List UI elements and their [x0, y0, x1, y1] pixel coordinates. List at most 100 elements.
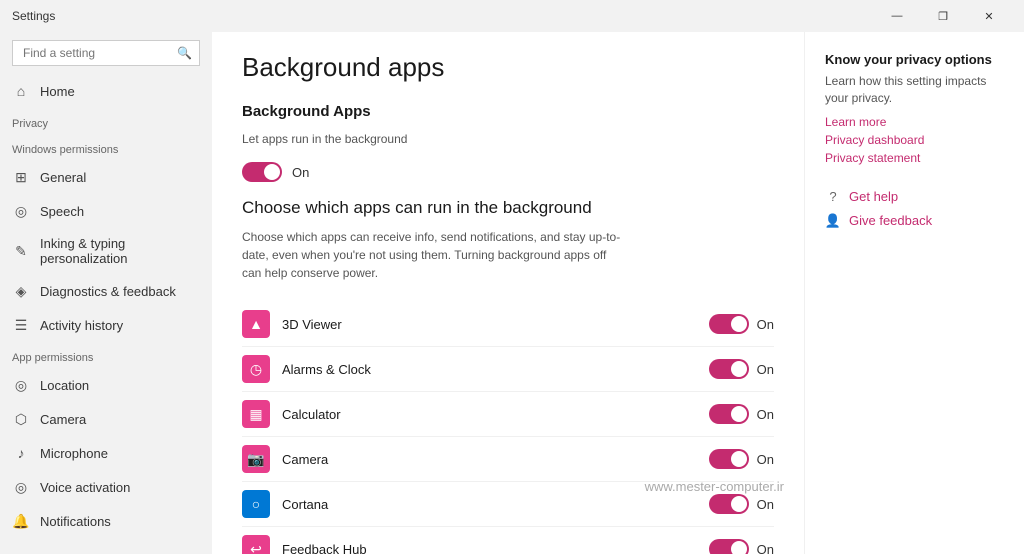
sidebar-item-general[interactable]: ⊞ General: [0, 160, 212, 194]
app-toggle-area: On: [709, 314, 774, 334]
choose-description: Choose which apps can receive info, send…: [242, 228, 622, 282]
location-icon: ◎: [12, 376, 30, 394]
close-button[interactable]: ✕: [966, 0, 1012, 32]
sidebar-item-speech[interactable]: ◎ Speech: [0, 194, 212, 228]
give-feedback-icon: 👤: [825, 213, 841, 229]
choose-title: Choose which apps can run in the backgro…: [242, 198, 774, 218]
sidebar-item-inking[interactable]: ✎ Inking & typing personalization: [0, 228, 212, 274]
notifications-icon: 🔔: [12, 512, 30, 530]
app-name: Cortana: [282, 497, 697, 512]
sidebar-label-notifications: Notifications: [40, 514, 111, 529]
help-section: ? Get help 👤 Give feedback: [825, 189, 1004, 229]
get-help-label: Get help: [849, 189, 898, 204]
sidebar-label-inking: Inking & typing personalization: [40, 236, 200, 266]
app-list: ▲3D ViewerOn◷Alarms & ClockOn▦Calculator…: [242, 302, 774, 554]
app-icon: ▦: [242, 400, 270, 428]
main-layout: 🔍 ⌂ Home Privacy Windows permissions ⊞ G…: [0, 32, 1024, 554]
sidebar-item-activity[interactable]: ☰ Activity history: [0, 308, 212, 342]
privacy-dashboard-link[interactable]: Privacy dashboard: [825, 133, 1004, 147]
sidebar-item-notifications[interactable]: 🔔 Notifications: [0, 504, 212, 538]
search-container: 🔍: [12, 40, 200, 66]
app-icon: ◷: [242, 355, 270, 383]
titlebar-controls: — ❐ ✕: [874, 0, 1012, 32]
section-title: Background Apps: [242, 103, 774, 120]
sidebar-label-location: Location: [40, 378, 89, 393]
app-name: Camera: [282, 452, 697, 467]
main-toggle-row: On: [242, 162, 774, 182]
learn-more-link[interactable]: Learn more: [825, 115, 1004, 129]
voice-icon: ◎: [12, 478, 30, 496]
sidebar-item-diagnostics[interactable]: ◈ Diagnostics & feedback: [0, 274, 212, 308]
search-input[interactable]: [12, 40, 200, 66]
background-toggle-desc: Let apps run in the background: [242, 132, 407, 146]
app-name: Alarms & Clock: [282, 362, 697, 377]
app-row: ↩Feedback HubOn: [242, 527, 774, 554]
windows-permissions-label: Windows permissions: [0, 134, 212, 160]
sidebar-label-diagnostics: Diagnostics & feedback: [40, 284, 176, 299]
get-help-item[interactable]: ? Get help: [825, 189, 1004, 205]
app-toggle-label: On: [757, 542, 774, 554]
sidebar: 🔍 ⌂ Home Privacy Windows permissions ⊞ G…: [0, 32, 212, 554]
sidebar-item-home[interactable]: ⌂ Home: [0, 74, 212, 108]
app-toggle[interactable]: [709, 314, 749, 334]
background-toggle-label: On: [292, 165, 309, 180]
home-icon: ⌂: [12, 82, 30, 100]
app-icon: ▲: [242, 310, 270, 338]
privacy-section-label: Privacy: [0, 108, 212, 134]
titlebar-title: Settings: [12, 9, 55, 23]
minimize-button[interactable]: —: [874, 0, 920, 32]
app-toggle-area: On: [709, 449, 774, 469]
page-title: Background apps: [242, 52, 774, 83]
background-toggle-row: Let apps run in the background: [242, 132, 774, 146]
microphone-icon: ♪: [12, 444, 30, 462]
background-toggle[interactable]: [242, 162, 282, 182]
main-content: Background apps Background Apps Let apps…: [212, 32, 804, 554]
sidebar-item-voice[interactable]: ◎ Voice activation: [0, 470, 212, 504]
general-icon: ⊞: [12, 168, 30, 186]
sidebar-item-location[interactable]: ◎ Location: [0, 368, 212, 402]
app-toggle-label: On: [757, 317, 774, 332]
diagnostics-icon: ◈: [12, 282, 30, 300]
give-feedback-item[interactable]: 👤 Give feedback: [825, 213, 1004, 229]
sidebar-item-microphone[interactable]: ♪ Microphone: [0, 436, 212, 470]
titlebar: Settings — ❐ ✕: [0, 0, 1024, 32]
app-toggle[interactable]: [709, 449, 749, 469]
sidebar-label-home: Home: [40, 84, 75, 99]
get-help-icon: ?: [825, 189, 841, 205]
sidebar-label-general: General: [40, 170, 86, 185]
give-feedback-label: Give feedback: [849, 213, 932, 228]
app-toggle-label: On: [757, 362, 774, 377]
app-toggle-area: On: [709, 404, 774, 424]
app-row: ▦CalculatorOn: [242, 392, 774, 437]
content-wrapper: Background apps Background Apps Let apps…: [212, 32, 1024, 554]
app-toggle[interactable]: [709, 539, 749, 554]
inking-icon: ✎: [12, 242, 30, 260]
app-toggle-label: On: [757, 497, 774, 512]
app-toggle-area: On: [709, 494, 774, 514]
privacy-box-desc: Learn how this setting impacts your priv…: [825, 73, 1004, 107]
sidebar-label-speech: Speech: [40, 204, 84, 219]
app-row: ◷ Alarms & Clock On: [242, 347, 774, 392]
activity-icon: ☰: [12, 316, 30, 334]
app-toggle[interactable]: [709, 359, 749, 379]
sidebar-label-camera: Camera: [40, 412, 86, 427]
app-icon: ↩: [242, 535, 270, 554]
app-name: 3D Viewer: [282, 317, 697, 332]
camera-icon: ⬡: [12, 410, 30, 428]
privacy-statement-link[interactable]: Privacy statement: [825, 151, 1004, 165]
right-panel: Know your privacy options Learn how this…: [804, 32, 1024, 554]
app-permissions-label: App permissions: [0, 342, 212, 368]
speech-icon: ◎: [12, 202, 30, 220]
app-row: 📷CameraOn: [242, 437, 774, 482]
restore-button[interactable]: ❐: [920, 0, 966, 32]
app-toggle[interactable]: [709, 404, 749, 424]
sidebar-label-activity: Activity history: [40, 318, 123, 333]
privacy-box-title: Know your privacy options: [825, 52, 1004, 67]
app-toggle-area: On: [709, 539, 774, 554]
app-toggle-area: On: [709, 359, 774, 379]
sidebar-item-camera[interactable]: ⬡ Camera: [0, 402, 212, 436]
app-icon: ○: [242, 490, 270, 518]
sidebar-label-microphone: Microphone: [40, 446, 108, 461]
app-toggle[interactable]: [709, 494, 749, 514]
app-row: ▲ 3D Viewer On: [242, 302, 774, 347]
